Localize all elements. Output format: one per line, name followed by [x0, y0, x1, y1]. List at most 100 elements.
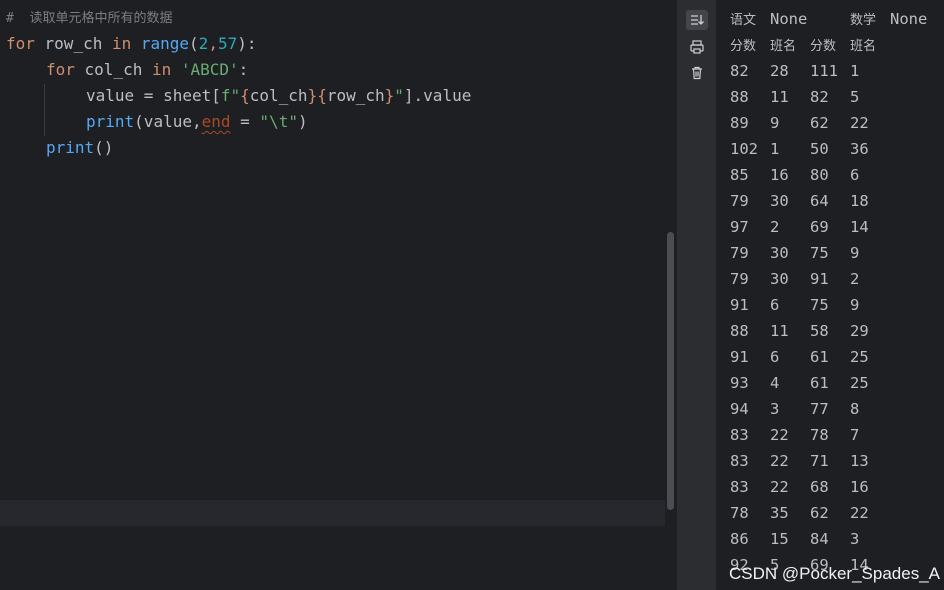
- output-cell: 35: [770, 504, 789, 522]
- output-cell: None: [890, 10, 928, 28]
- editor-scrollbar[interactable]: [667, 232, 674, 510]
- punct: (: [189, 34, 199, 53]
- clear-console-button[interactable]: [686, 63, 708, 83]
- output-cell: 79: [730, 192, 749, 210]
- console-output-row: 83 22 78 7: [730, 422, 890, 448]
- output-cell: 88: [730, 322, 749, 340]
- identifier: col_ch: [74, 60, 152, 79]
- output-cell: 68: [810, 478, 829, 496]
- output-cell: 9: [770, 114, 780, 132]
- output-cell: 22: [770, 478, 789, 496]
- output-cell: 3: [850, 530, 860, 548]
- output-cell: 分数: [730, 39, 757, 54]
- output-cell: 11: [770, 88, 789, 106]
- output-cell: 75: [810, 296, 829, 314]
- output-cell: 78: [810, 426, 829, 444]
- code-line-3[interactable]: value = sheet[f"{col_ch}{row_ch}"].value: [86, 83, 471, 109]
- output-cell: 84: [810, 530, 829, 548]
- output-cell: 82: [730, 62, 749, 80]
- output-cell: 61: [810, 348, 829, 366]
- identifier: row_ch: [34, 34, 112, 53]
- output-cell: 30: [770, 270, 789, 288]
- output-cell: 91: [730, 296, 749, 314]
- output-cell: 83: [730, 478, 749, 496]
- string: 'ABCD': [171, 60, 239, 79]
- number: 2: [198, 34, 209, 53]
- output-cell: 91: [810, 270, 829, 288]
- watermark: CSDN @Pocker_Spades_A: [729, 564, 940, 583]
- output-cell: 93: [730, 374, 749, 392]
- output-cell: 8: [850, 400, 860, 418]
- output-cell: 94: [730, 400, 749, 418]
- brace: }: [384, 86, 395, 105]
- console-output-row: 79 30 75 9: [730, 240, 890, 266]
- output-cell: 22: [850, 504, 869, 522]
- brace: }{: [307, 86, 327, 105]
- output-cell: 62: [810, 114, 829, 132]
- scroll-up-icon[interactable]: [686, 0, 708, 10]
- output-cell: 3: [770, 400, 780, 418]
- code-line-1[interactable]: for row_ch in range(2,57):: [6, 31, 256, 57]
- print-icon: [690, 40, 704, 54]
- trash-icon: [692, 66, 702, 80]
- punct: ,: [208, 34, 218, 53]
- output-cell: 79: [730, 244, 749, 262]
- output-cell: 1: [850, 62, 860, 80]
- output-cell: 15: [770, 530, 789, 548]
- console-output-row: 91 6 75 9: [730, 292, 890, 318]
- output-cell: 75: [810, 244, 829, 262]
- output-cell: 58: [810, 322, 829, 340]
- output-cell: 6: [770, 296, 780, 314]
- output-cell: 80: [810, 166, 829, 184]
- output-cell: 78: [730, 504, 749, 522]
- code-text: (): [94, 138, 114, 157]
- output-cell: 30: [770, 192, 789, 210]
- string: "\t": [259, 112, 298, 131]
- console-output-row: 88 11 82 5: [730, 84, 890, 110]
- output-cell: 79: [730, 270, 749, 288]
- output-cell: 22: [770, 426, 789, 444]
- output-cell: 2: [850, 270, 860, 288]
- output-cell: 7: [850, 426, 860, 444]
- keyword-argument: end: [201, 112, 231, 131]
- code-editor[interactable]: # 读取单元格中所有的数据 for row_ch in range(2,57):…: [0, 0, 677, 590]
- console-output-row: 97 2 69 14: [730, 214, 890, 240]
- code-line-5[interactable]: print(): [46, 135, 113, 161]
- output-cell: 13: [850, 452, 869, 470]
- run-tool-strip: [678, 0, 716, 590]
- output-cell: 77: [810, 400, 829, 418]
- output-cell: 86: [730, 530, 749, 548]
- output-cell: 61: [810, 374, 829, 392]
- console-output-row: 78 35 62 22: [730, 500, 890, 526]
- print-button[interactable]: [686, 37, 708, 57]
- console-output-row: 83 22 68 16: [730, 474, 890, 500]
- output-cell: 69: [810, 218, 829, 236]
- keyword: in: [111, 34, 132, 53]
- scroll-to-end-icon: [691, 15, 704, 25]
- code-line-2[interactable]: for col_ch in 'ABCD':: [46, 57, 248, 83]
- console-output-row: 79 30 91 2: [730, 266, 890, 292]
- soft-wrap-button[interactable]: [686, 10, 708, 30]
- output-cell: 18: [850, 192, 869, 210]
- run-console-output[interactable]: 语文 None 数学 None 分数 班名 分数 班名 82 28 111 1 88 11 82 5 89 9…: [716, 0, 944, 590]
- code-line-4[interactable]: print(value,end = "\t"): [86, 109, 308, 135]
- identifier: row_ch: [326, 86, 385, 105]
- output-cell: 64: [810, 192, 829, 210]
- console-output-row: 85 16 80 6: [730, 162, 890, 188]
- output-cell: 85: [730, 166, 749, 184]
- output-cell: 5: [850, 88, 860, 106]
- console-header-row: 语文 None 数学 None: [730, 6, 930, 32]
- output-cell: 1: [770, 140, 780, 158]
- output-cell: 50: [810, 140, 829, 158]
- output-cell: 16: [850, 478, 869, 496]
- code-text: =: [230, 112, 260, 131]
- caret-line-highlight: [0, 500, 665, 526]
- console-output-row: 79 30 64 18: [730, 188, 890, 214]
- punct: ):: [237, 34, 257, 53]
- output-cell: 111: [810, 62, 838, 80]
- console-output-row: 91 6 61 25: [730, 344, 890, 370]
- keyword: in: [151, 60, 172, 79]
- code-text: value = sheet[: [86, 86, 221, 105]
- output-cell: 29: [850, 322, 869, 340]
- console-output-row: 83 22 71 13: [730, 448, 890, 474]
